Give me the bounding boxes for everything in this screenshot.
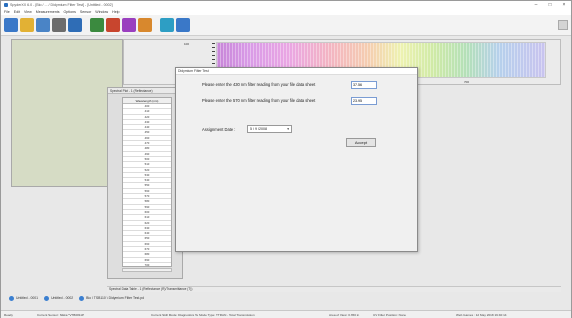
assignment-date-value: 5 / 9 /2008 xyxy=(250,127,267,131)
y-tick-mark xyxy=(212,59,215,60)
y-tick-mark xyxy=(212,43,215,44)
app-icon xyxy=(4,3,8,7)
tab-untitled-0001[interactable]: Untitled - 0001 xyxy=(9,295,39,301)
menu-options[interactable]: Options xyxy=(64,10,76,14)
status-date: Web Games : 12 May 2018 19:40:14 xyxy=(456,312,507,317)
spectrum-icon[interactable] xyxy=(122,18,136,32)
dialog-title: Didymium Filter Test xyxy=(176,68,417,75)
settings-icon[interactable] xyxy=(160,18,174,32)
menu-window[interactable]: Window xyxy=(95,10,108,14)
new-icon[interactable] xyxy=(4,18,18,32)
panel-toggle-button[interactable] xyxy=(558,20,568,30)
maximize-button[interactable]: □ xyxy=(543,1,557,9)
status-mode: Current Skill Mode: Diagnostics Te Mode … xyxy=(151,312,255,317)
accept-button[interactable]: Accept xyxy=(346,138,376,147)
wavelength-table: Wavelength (nm) 400 410 420 430 440 450 460 470… xyxy=(122,97,172,267)
horizontal-scrollbar[interactable] xyxy=(122,268,172,272)
disk-icon[interactable] xyxy=(68,18,82,32)
plot-panel-title: Spectral Plot - 1 (Reflectance) xyxy=(108,88,182,94)
assignment-date-label: Assignment Date : xyxy=(202,127,236,132)
document-icon xyxy=(44,295,50,301)
menu-view[interactable]: View xyxy=(24,10,32,14)
open-icon[interactable] xyxy=(20,18,34,32)
title-bar: SpyderXX 6.0 - [Bio / ... / Didymium Fil… xyxy=(1,1,571,9)
help-icon[interactable] xyxy=(176,18,190,32)
status-area: Area of View: 0.350 in xyxy=(329,312,360,317)
y-tick-label: 100 xyxy=(184,42,190,46)
tab-didymium-filter-test[interactable]: Bio \ TSB110 \ Didymium Filter Test.pd xyxy=(79,295,144,301)
chart-icon[interactable] xyxy=(106,18,120,32)
spectral-plot-panel: Spectral Plot - 1 (Reflectance) Waveleng… xyxy=(107,87,183,279)
status-sensor: Current Sensor: Nikka *V7B0811P xyxy=(37,312,85,317)
y-tick-mark xyxy=(212,47,215,48)
document-icon xyxy=(9,295,14,301)
window-title: SpyderXX 6.0 - [Bio / ... / Didymium Fil… xyxy=(10,3,113,7)
status-bar: Ready Current Sensor: Nikka *V7B0811P Cu… xyxy=(1,310,571,318)
app-window: SpyderXX 6.0 - [Bio / ... / Didymium Fil… xyxy=(0,0,572,318)
print-icon[interactable] xyxy=(52,18,66,32)
data-table-bar: Spectral Data Table - 1 (Reflectance (R)… xyxy=(107,286,561,292)
toolbar-separator xyxy=(154,18,158,32)
document-tabs: Untitled - 0001 Untitled - 0002 Bio \ TS… xyxy=(9,293,565,303)
prompt-570: Please enter the 570 nm filter reading f… xyxy=(202,98,316,103)
menu-measurements[interactable]: Measurements xyxy=(36,10,60,14)
tab-label: Bio \ TSB110 \ Didymium Filter Test.pd xyxy=(86,296,144,300)
color-icon[interactable] xyxy=(138,18,152,32)
reading-570-input[interactable] xyxy=(351,97,377,105)
prompt-430: Please enter the 430 nm filter reading f… xyxy=(202,82,316,87)
menu-sensor[interactable]: Sensor xyxy=(80,10,91,14)
status-ready: Ready xyxy=(4,312,13,317)
menu-file[interactable]: File xyxy=(4,10,10,14)
minimize-button[interactable]: – xyxy=(529,1,543,9)
tab-untitled-0002[interactable]: Untitled - 0002 xyxy=(44,295,74,301)
table-icon[interactable] xyxy=(90,18,104,32)
y-tick-mark xyxy=(212,63,215,64)
y-tick-mark xyxy=(212,55,215,56)
tab-label: Untitled - 0001 xyxy=(16,296,39,300)
toolbar-separator xyxy=(84,18,88,32)
x-tick-label: 700 xyxy=(464,80,470,84)
save-icon[interactable] xyxy=(36,18,50,32)
reading-430-input[interactable] xyxy=(351,81,377,89)
menu-help[interactable]: Help xyxy=(112,10,119,14)
tab-label: Untitled - 0002 xyxy=(51,296,74,300)
y-tick-mark xyxy=(212,51,215,52)
didymium-filter-dialog: Didymium Filter Test Please enter the 43… xyxy=(175,67,418,252)
menu-edit[interactable]: Edit xyxy=(14,10,20,14)
document-icon xyxy=(79,295,85,301)
chevron-down-icon: ▾ xyxy=(287,127,289,131)
assignment-date-picker[interactable]: 5 / 9 /2008 ▾ xyxy=(247,125,292,133)
close-button[interactable]: × xyxy=(557,1,571,9)
table-row: 700 xyxy=(123,263,171,266)
toolbar xyxy=(1,15,571,36)
status-filter: UV Filter Position: None xyxy=(373,312,407,317)
row-gutter xyxy=(109,97,121,267)
